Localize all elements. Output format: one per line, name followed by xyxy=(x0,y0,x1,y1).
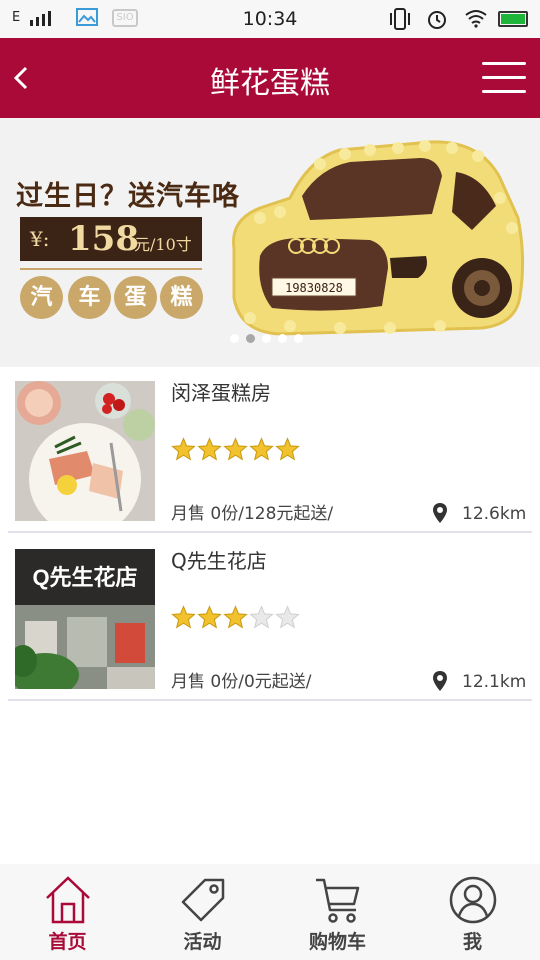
battery-icon xyxy=(498,11,528,27)
alarm-icon xyxy=(428,11,446,29)
shop-distance: 12.1km xyxy=(462,672,527,692)
banner-divider xyxy=(20,268,202,270)
rating-stars xyxy=(171,605,311,631)
tab-activity[interactable]: 活动 xyxy=(135,864,270,960)
price-amount: 158 xyxy=(68,219,139,259)
shop-distance: 12.6km xyxy=(462,504,527,524)
shop-thumbnail xyxy=(15,381,155,521)
shop-list-item[interactable]: Q先生花店 Q先生花店 月售 0份/0元起送/ 12.1km xyxy=(8,535,532,701)
star-empty-icon xyxy=(249,605,274,629)
shop-name: Q先生花店 xyxy=(171,549,267,573)
page-title: 鲜花蛋糕 xyxy=(210,66,330,101)
carousel-dot[interactable] xyxy=(230,334,239,343)
tag-icon xyxy=(181,878,225,922)
banner-price: ¥: 158 元/10寸 xyxy=(20,217,202,261)
tab-label: 首页 xyxy=(48,931,87,953)
star-icon xyxy=(171,437,196,461)
bottom-tab-bar: 首页 活动 购物车 我 xyxy=(0,864,540,960)
carousel-dot[interactable] xyxy=(294,334,303,343)
tab-label: 我 xyxy=(462,931,482,953)
star-icon xyxy=(275,437,300,461)
vibrate-icon xyxy=(390,8,410,30)
carousel-dot[interactable] xyxy=(278,334,287,343)
user-icon xyxy=(449,876,497,924)
carousel-dot[interactable] xyxy=(246,334,255,343)
shop-sales-info: 月售 0份/0元起送/ xyxy=(171,672,312,692)
shop-list-item[interactable]: 闵泽蛋糕房 月售 0份/128元起送/ 12.6km xyxy=(8,367,532,533)
license-plate: 19830828 xyxy=(285,281,343,295)
wifi-icon xyxy=(465,10,487,28)
location-pin-icon xyxy=(433,503,447,523)
banner-chip: 糕 xyxy=(160,276,203,319)
shop-thumbnail: Q先生花店 xyxy=(15,549,155,689)
app-screen: E SIO 10:34 鲜花蛋糕 过生日？送汽车咯 ¥: 158 元/10寸 汽… xyxy=(0,0,540,960)
banner-chip: 汽 xyxy=(20,276,63,319)
promo-banner[interactable]: 过生日？送汽车咯 ¥: 158 元/10寸 汽 车 蛋 糕 19830828 xyxy=(0,118,540,367)
banner-chips: 汽 车 蛋 糕 xyxy=(20,276,210,322)
banner-headline: 过生日？送汽车咯 xyxy=(16,181,240,212)
star-icon xyxy=(223,605,248,629)
star-icon xyxy=(223,437,248,461)
app-header: 鲜花蛋糕 xyxy=(0,38,540,118)
carousel-indicator xyxy=(230,334,310,344)
tab-cart[interactable]: 购物车 xyxy=(270,864,405,960)
star-icon xyxy=(249,437,274,461)
shop-name: 闵泽蛋糕房 xyxy=(171,381,271,405)
star-icon xyxy=(197,605,222,629)
shop-sales-info: 月售 0份/128元起送/ xyxy=(171,504,334,524)
location-pin-icon xyxy=(433,671,447,691)
tab-me[interactable]: 我 xyxy=(405,864,540,960)
star-icon xyxy=(197,437,222,461)
star-empty-icon xyxy=(275,605,300,629)
hamburger-menu-icon[interactable] xyxy=(482,62,526,94)
banner-chip: 车 xyxy=(68,276,111,319)
rating-stars xyxy=(171,437,311,463)
banner-chip: 蛋 xyxy=(114,276,157,319)
home-icon xyxy=(46,876,90,924)
cart-icon xyxy=(316,878,360,923)
tab-label: 购物车 xyxy=(308,931,366,953)
car-cake-image: 19830828 xyxy=(232,140,525,336)
carousel-dot[interactable] xyxy=(262,334,271,343)
price-symbol: ¥: xyxy=(30,227,50,251)
status-bar: E SIO 10:34 xyxy=(0,0,540,38)
tab-label: 活动 xyxy=(183,931,222,953)
price-unit: 元/10寸 xyxy=(134,235,192,254)
tab-home[interactable]: 首页 xyxy=(0,864,135,960)
star-icon xyxy=(171,605,196,629)
shop-sign: Q先生花店 xyxy=(32,565,137,590)
clock: 10:34 xyxy=(242,8,298,30)
